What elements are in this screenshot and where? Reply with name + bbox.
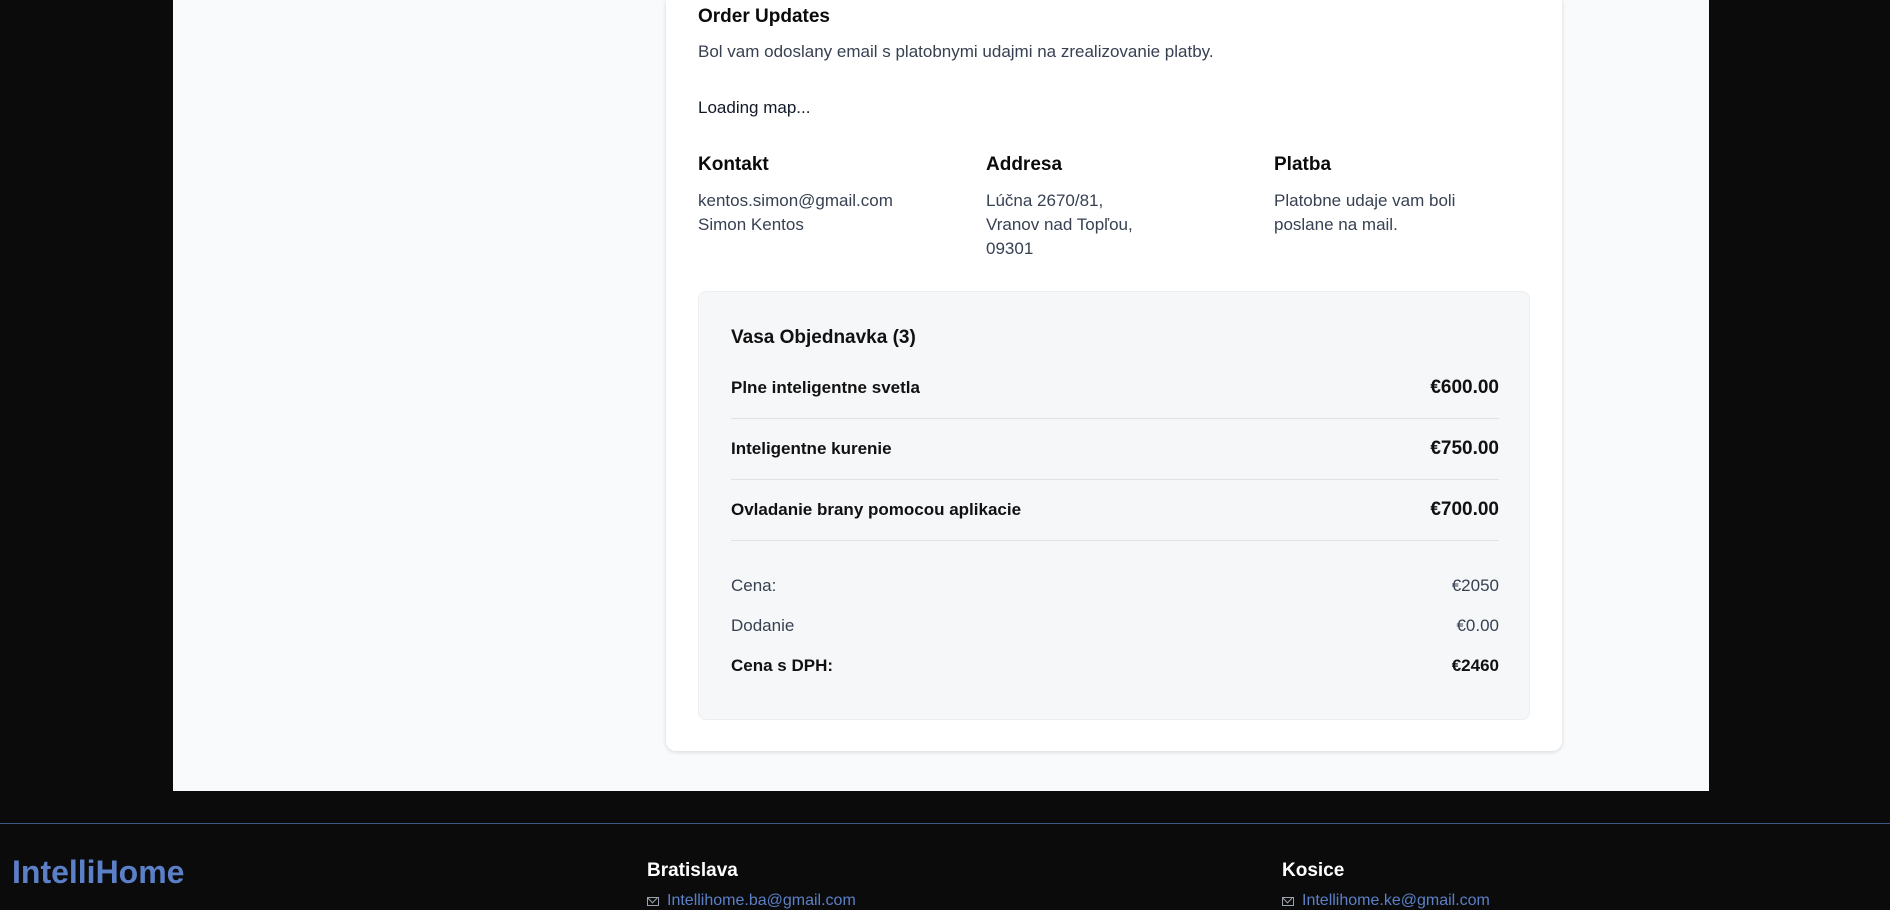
- address-line-2: Vranov nad Topľou,: [986, 215, 1133, 234]
- page-content-area: Order Updates Bol vam odoslany email s p…: [173, 0, 1709, 791]
- total-value: €2460: [1451, 656, 1499, 675]
- order-item-row: Ovladanie brany pomocou aplikacie €700.0…: [731, 480, 1499, 541]
- contact-section: Kontakt kentos.simon@gmail.com Simon Ken…: [698, 154, 948, 237]
- footer-brand-logo[interactable]: IntelliHome: [12, 854, 184, 891]
- order-item-price: €750.00: [1430, 438, 1499, 459]
- shipping-label: Dodanie: [731, 616, 795, 635]
- subtotal-label: Cena:: [731, 576, 777, 595]
- mail-icon: [1282, 896, 1294, 906]
- total-label: Cena s DPH:: [731, 656, 834, 675]
- total-row: Cena s DPH: €2460: [731, 656, 1499, 676]
- payment-section: Platba Platobne udaje vam boli poslane n…: [1274, 154, 1524, 237]
- contact-email: kentos.simon@gmail.com: [698, 191, 893, 210]
- address-title: Addresa: [986, 154, 1063, 175]
- footer-office-city: Bratislava: [647, 860, 738, 881]
- subtotal-value: €2050: [1451, 576, 1499, 595]
- order-summary-title: Vasa Objednavka (3): [731, 327, 916, 348]
- order-item-name: Plne inteligentne svetla: [731, 378, 920, 397]
- order-item-row: Plne inteligentne svetla €600.00: [731, 358, 1499, 419]
- subtotal-row: Cena: €2050: [731, 576, 1499, 596]
- address-line-1: Lúčna 2670/81,: [986, 191, 1104, 210]
- order-summary: Vasa Objednavka (3) Plne inteligentne sv…: [698, 291, 1530, 720]
- order-item-price: €600.00: [1430, 377, 1499, 398]
- address-line-3: 09301: [986, 239, 1034, 258]
- mail-icon: [647, 896, 659, 906]
- footer: IntelliHome Bratislava Intellihome.ba@gm…: [0, 823, 1890, 909]
- contact-name: Simon Kentos: [698, 215, 804, 234]
- order-item-name: Ovladanie brany pomocou aplikacie: [731, 500, 1022, 519]
- footer-office-email-link[interactable]: Intellihome.ba@gmail.com: [647, 892, 856, 910]
- payment-line-1: Platobne udaje vam boli: [1274, 191, 1456, 210]
- order-item-row: Inteligentne kurenie €750.00: [731, 419, 1499, 480]
- address-section: Addresa Lúčna 2670/81, Vranov nad Topľou…: [986, 154, 1236, 261]
- shipping-value: €0.00: [1456, 616, 1499, 635]
- order-item-price: €700.00: [1430, 499, 1499, 520]
- order-updates-title: Order Updates: [698, 6, 830, 27]
- footer-office-email: Intellihome.ba@gmail.com: [667, 892, 856, 909]
- footer-office-email: Intellihome.ke@gmail.com: [1302, 892, 1490, 909]
- order-updates-message: Bol vam odoslany email s platobnymi udaj…: [698, 42, 1214, 61]
- payment-line-2: poslane na mail.: [1274, 215, 1398, 234]
- order-confirmation-card: Order Updates Bol vam odoslany email s p…: [666, 0, 1562, 751]
- payment-title: Platba: [1274, 154, 1332, 175]
- map-loading-text: Loading map...: [698, 98, 811, 117]
- footer-office-city: Kosice: [1282, 860, 1345, 881]
- footer-office-email-link[interactable]: Intellihome.ke@gmail.com: [1282, 892, 1490, 910]
- shipping-row: Dodanie €0.00: [731, 616, 1499, 636]
- contact-title: Kontakt: [698, 154, 769, 175]
- order-item-name: Inteligentne kurenie: [731, 439, 892, 458]
